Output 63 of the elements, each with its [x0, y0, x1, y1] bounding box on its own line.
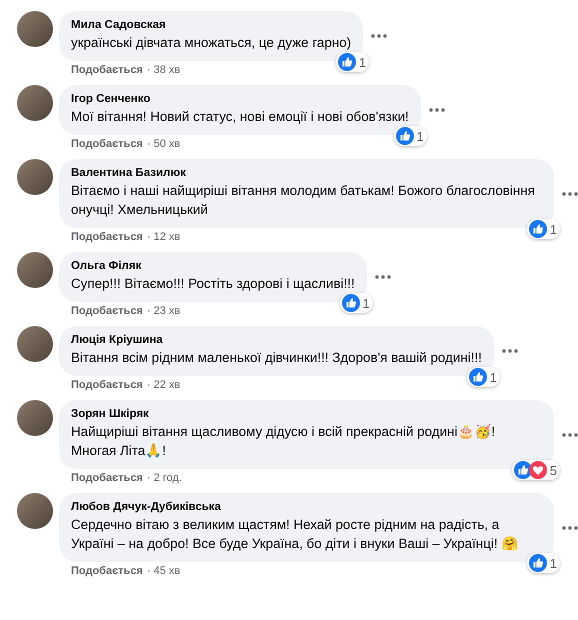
comment-text: Супер!!! Вітаємо!!! Ростіть здорові і щасливі!!!: [71, 275, 355, 293]
like-link[interactable]: Подобається: [71, 64, 143, 76]
reaction-count: 1: [490, 370, 497, 384]
avatar-placeholder[interactable]: [17, 400, 53, 436]
author-name[interactable]: Ігор Сенченко: [71, 93, 409, 105]
timestamp: · 22 хв: [146, 379, 180, 391]
thumbs-up-icon: [396, 127, 414, 145]
author-name[interactable]: Зорян Шкіряк: [71, 408, 542, 420]
reaction-badge[interactable]: 5: [512, 460, 560, 480]
more-options-icon[interactable]: [562, 526, 578, 530]
reaction-count: 5: [550, 462, 557, 478]
more-options-icon[interactable]: [374, 275, 391, 279]
reaction-badge[interactable]: 1: [340, 293, 373, 313]
avatar-placeholder[interactable]: [17, 11, 53, 47]
reaction-count: 1: [550, 222, 557, 236]
comment-text: Вітаємо і наші найщиріші вітання молодим батькам! Божого благословіння онучці! Хмельницький: [71, 182, 536, 219]
like-link[interactable]: Подобається: [71, 472, 143, 484]
avatar-placeholder[interactable]: [17, 326, 53, 362]
more-options-icon[interactable]: [502, 349, 518, 353]
reaction-count: 1: [358, 54, 366, 70]
author-name[interactable]: Мила Садовская: [71, 19, 352, 31]
reaction-count: 1: [550, 556, 557, 570]
thumbs-up-icon: [528, 554, 547, 572]
thumbs-up-icon: [514, 461, 532, 479]
reaction-badge[interactable]: 1: [466, 367, 500, 387]
reaction-badge[interactable]: 1: [336, 52, 370, 72]
thumbs-up-icon: [528, 220, 547, 238]
avatar-placeholder[interactable]: [17, 493, 53, 529]
like-link[interactable]: Подобається: [71, 231, 143, 243]
reaction-count: 1: [362, 296, 370, 310]
avatar-placeholder[interactable]: [17, 159, 53, 195]
reaction-count: 1: [416, 128, 424, 144]
more-options-icon[interactable]: [562, 432, 578, 436]
more-options-icon[interactable]: [428, 108, 445, 112]
more-options-icon[interactable]: [371, 34, 388, 38]
like-link[interactable]: Подобається: [71, 379, 143, 391]
reaction-badge[interactable]: 1: [526, 219, 560, 239]
thumbs-up-icon: [342, 294, 360, 312]
timestamp: · 12 хв: [146, 231, 180, 243]
timestamp: · 2 год.: [146, 472, 182, 484]
like-link[interactable]: Подобається: [71, 565, 143, 577]
author-name[interactable]: Любов Дячук-Дубиківська: [71, 501, 542, 513]
comment-text: Вітання всім рідним маленької дівчинки!!! Здоров'я вашій родині!!!: [71, 349, 482, 367]
author-name[interactable]: Валентина Базилюк: [71, 167, 542, 179]
thumbs-up-icon: [468, 368, 487, 386]
author-name[interactable]: Люція Кріушина: [71, 334, 482, 346]
avatar-placeholder[interactable]: [17, 252, 53, 288]
comment-text: Мої вітання! Новий статус, нові емоції і нові обов'язки!: [71, 108, 409, 126]
like-link[interactable]: Подобається: [71, 305, 143, 317]
avatar-placeholder[interactable]: [17, 85, 53, 121]
reaction-badge[interactable]: 1: [394, 126, 427, 146]
like-link[interactable]: Подобається: [71, 138, 143, 150]
author-name[interactable]: Ольга Філяк: [71, 260, 355, 272]
comment-text: Найщиріші вітання щасливому дідусю і всій прекрасній родині🎂🥳! Многая Літа🙏!: [71, 422, 496, 460]
timestamp: · 45 хв: [146, 565, 180, 577]
reaction-badge[interactable]: 1: [526, 553, 560, 573]
timestamp: · 23 хв: [146, 305, 180, 317]
more-options-icon[interactable]: [562, 192, 578, 196]
timestamp: · 38 хв: [146, 64, 180, 76]
thumbs-up-icon: [338, 53, 356, 71]
comment-text: Сердечно вітаю з великим щастям! Нехай росте рідним на радість, а Україні – на добро! Все буде Україна, бо діти і внуки Ваші – Українці! 🤗: [71, 516, 520, 553]
comment-text: українські дівчата множаться, це дуже гарно): [71, 34, 352, 52]
timestamp: · 50 хв: [146, 138, 180, 150]
